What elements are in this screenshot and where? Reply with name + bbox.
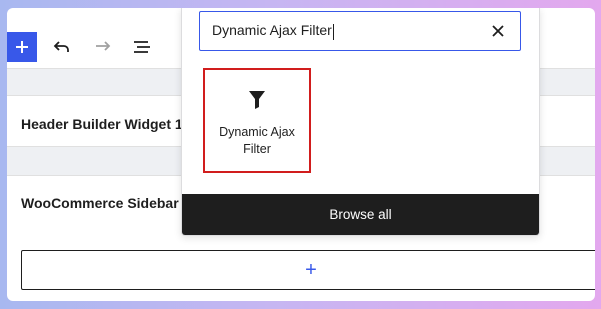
browse-all-button[interactable]: Browse all bbox=[182, 194, 539, 235]
block-result-label: Dynamic Ajax Filter bbox=[219, 125, 295, 156]
list-view-button[interactable] bbox=[129, 34, 155, 60]
add-block-toggle-button[interactable] bbox=[7, 32, 37, 62]
plus-icon bbox=[16, 41, 28, 53]
block-inserter-popover: Dynamic Ajax Filter Dynamic Ajax Filter … bbox=[181, 8, 540, 236]
list-view-icon bbox=[134, 41, 150, 53]
funnel-icon bbox=[249, 91, 265, 109]
undo-icon bbox=[53, 41, 69, 52]
undo-button[interactable] bbox=[49, 34, 75, 60]
close-icon bbox=[492, 25, 504, 37]
add-block-label: + bbox=[305, 258, 317, 281]
redo-icon bbox=[96, 41, 111, 51]
block-search-field[interactable]: Dynamic Ajax Filter bbox=[199, 11, 521, 51]
block-search-input[interactable]: Dynamic Ajax Filter bbox=[212, 22, 334, 40]
browse-all-label: Browse all bbox=[329, 207, 392, 222]
widget-area-title[interactable]: Header Builder Widget 1 bbox=[21, 116, 183, 132]
editor-canvas: Header Builder Widget 1 WooCommerce Side… bbox=[7, 8, 595, 301]
add-block-button[interactable]: + bbox=[21, 250, 595, 290]
text-cursor bbox=[332, 23, 334, 40]
widget-area-title[interactable]: WooCommerce Sidebar bbox=[21, 195, 179, 211]
block-result-dynamic-ajax-filter[interactable]: Dynamic Ajax Filter bbox=[203, 68, 311, 173]
redo-button[interactable] bbox=[89, 34, 115, 60]
clear-search-button[interactable] bbox=[488, 21, 508, 41]
